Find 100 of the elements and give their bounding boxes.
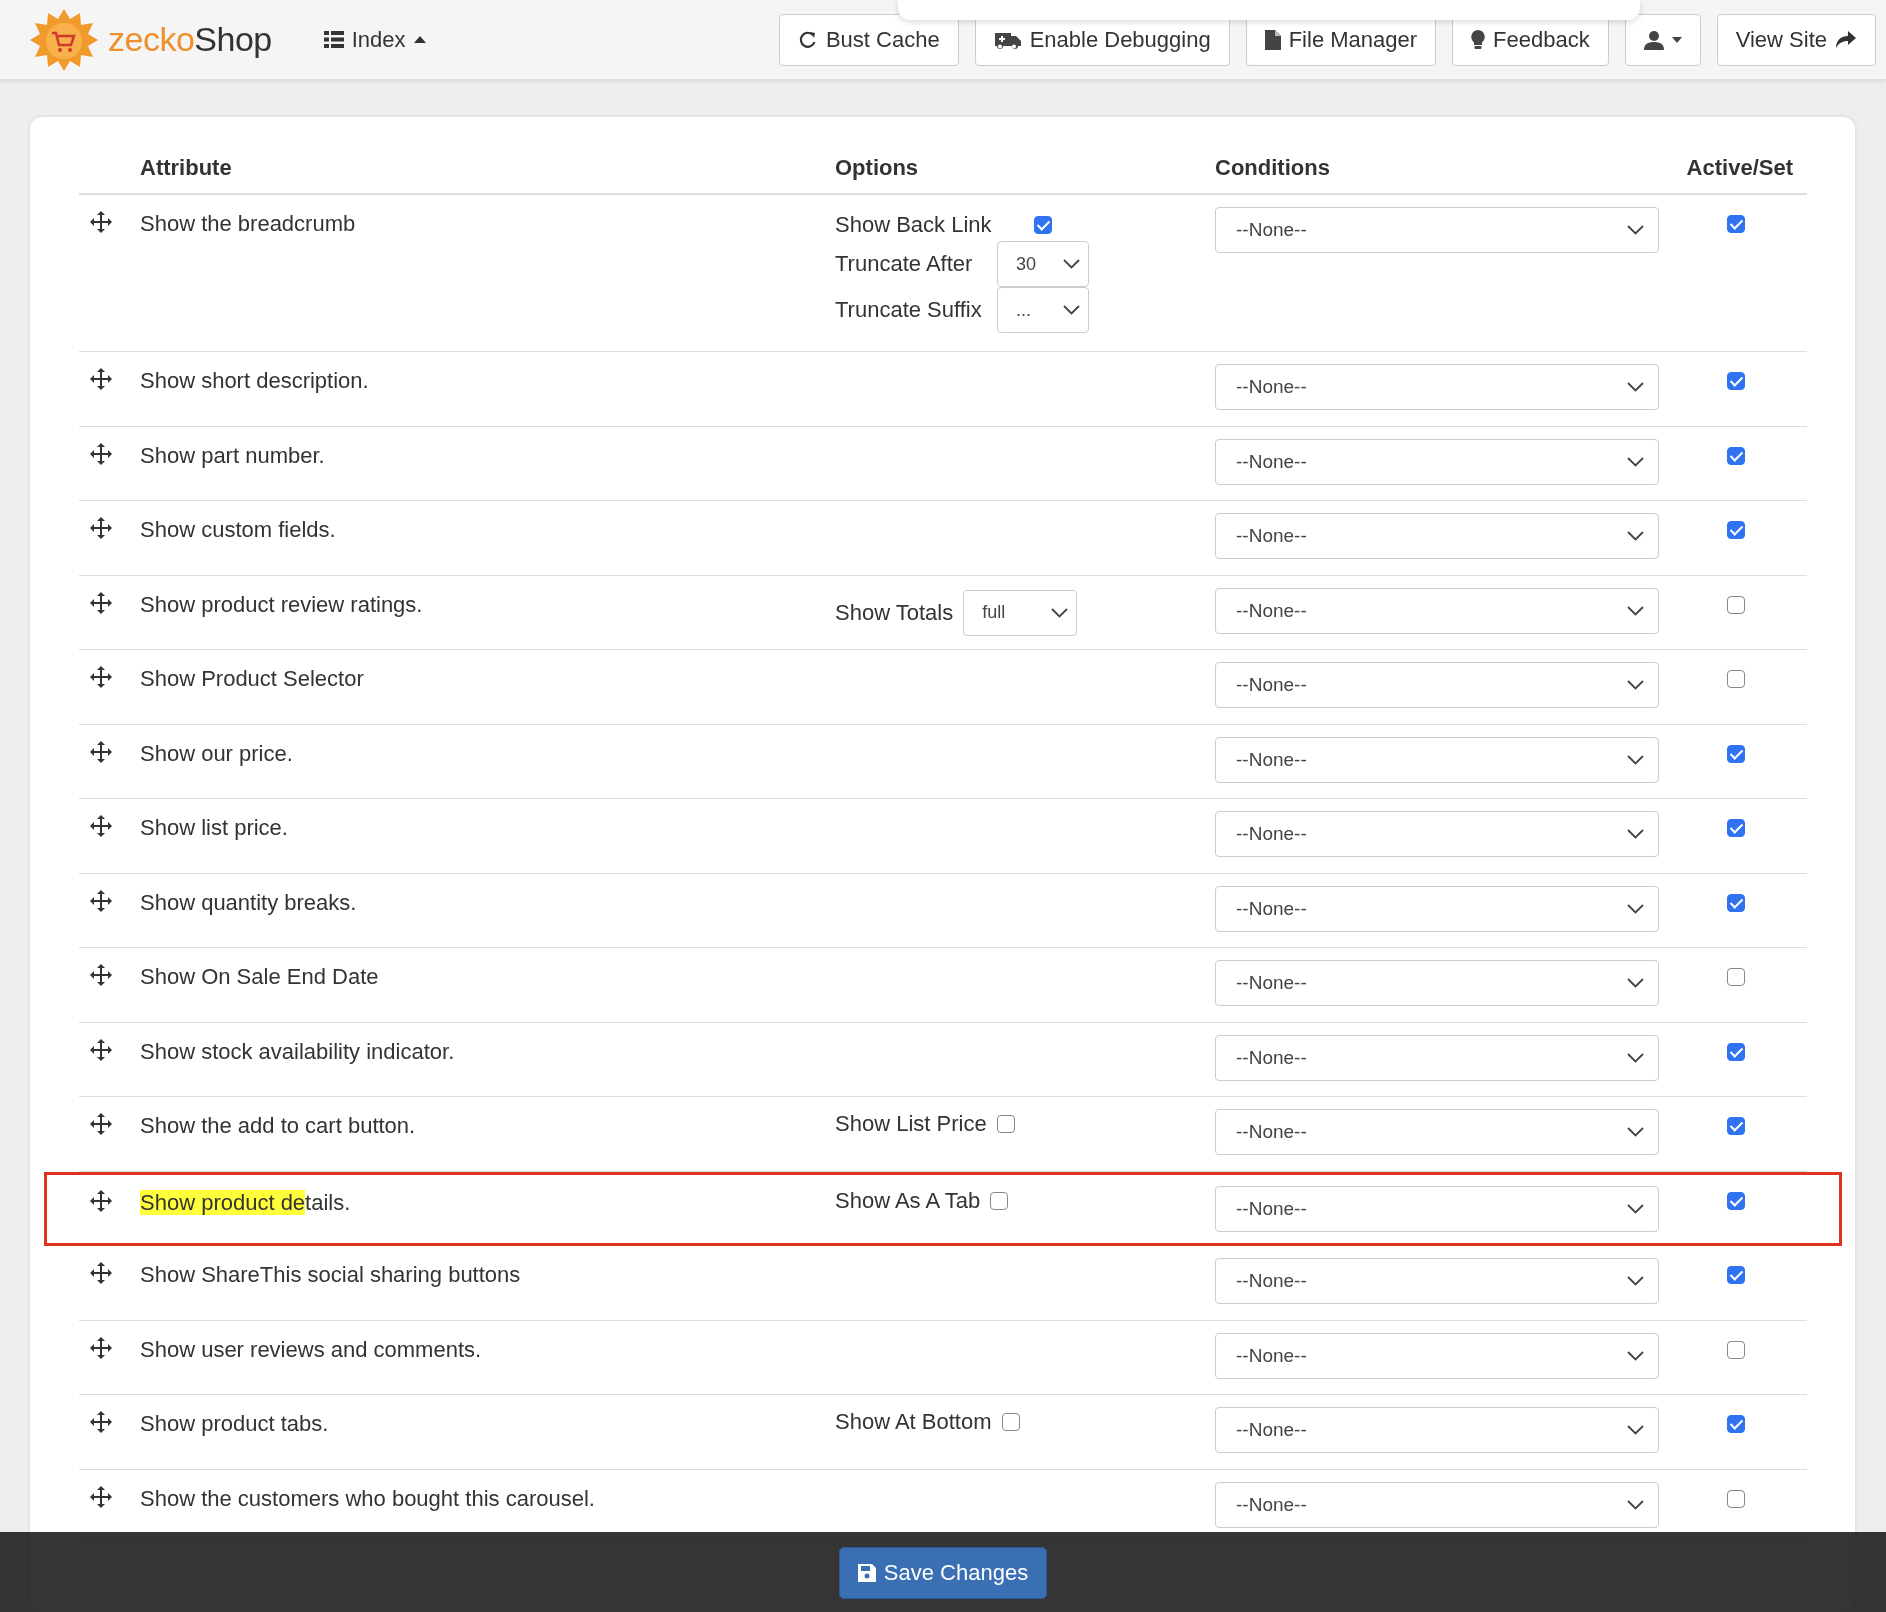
condition-dropdown[interactable]: --None-- bbox=[1215, 885, 1659, 932]
drag-handle-icon[interactable] bbox=[90, 1485, 112, 1508]
active-checkbox[interactable] bbox=[1727, 670, 1745, 688]
active-checkbox[interactable] bbox=[1727, 893, 1745, 912]
drag-handle-icon[interactable] bbox=[90, 964, 112, 986]
drag-handle-icon[interactable] bbox=[90, 591, 112, 614]
attribute-label: Show custom fields. bbox=[140, 517, 336, 542]
condition-dropdown[interactable]: --None-- bbox=[1215, 1258, 1659, 1304]
drag-handle-icon[interactable] bbox=[90, 1113, 112, 1135]
drag-handle-icon[interactable] bbox=[90, 1189, 112, 1212]
condition-dropdown[interactable]: --None-- bbox=[1215, 1481, 1659, 1528]
attribute-label: Show our price. bbox=[140, 740, 293, 766]
share-arrow-icon bbox=[1835, 29, 1857, 50]
drag-handle-icon[interactable] bbox=[90, 368, 112, 390]
save-button[interactable]: Save Changes bbox=[838, 1547, 1048, 1599]
chevron-down-icon bbox=[1627, 680, 1644, 690]
condition-dropdown[interactable]: --None-- bbox=[1215, 207, 1659, 253]
chevron-down-icon bbox=[1627, 225, 1644, 235]
condition-dropdown[interactable]: --None-- bbox=[1215, 1185, 1659, 1232]
index-menu[interactable]: Index bbox=[319, 13, 430, 66]
active-checkbox[interactable] bbox=[1727, 446, 1745, 465]
option-dropdown[interactable]: full bbox=[963, 589, 1078, 636]
option-label: Show Back Link bbox=[835, 212, 993, 238]
drag-handle-icon[interactable] bbox=[90, 815, 112, 837]
file-icon bbox=[1264, 29, 1281, 50]
active-checkbox[interactable] bbox=[1727, 1191, 1745, 1210]
active-checkbox[interactable] bbox=[1727, 1117, 1745, 1135]
toolbar-button[interactable]: Bust Cache bbox=[778, 13, 959, 66]
chevron-down-icon bbox=[1627, 829, 1644, 839]
drag-handle-icon[interactable] bbox=[90, 1336, 112, 1359]
condition-dropdown[interactable]: --None-- bbox=[1215, 662, 1659, 708]
attribute-label: Show product review ratings. bbox=[140, 591, 423, 617]
option-label: Truncate Suffix bbox=[835, 297, 983, 323]
logo-text: zeckoShop bbox=[108, 20, 272, 59]
option-label: Truncate After bbox=[835, 251, 974, 277]
active-checkbox[interactable] bbox=[1727, 1340, 1745, 1359]
drag-handle-icon[interactable] bbox=[90, 442, 112, 465]
option-dropdown[interactable]: 30 bbox=[997, 241, 1089, 287]
chevron-down-icon bbox=[1063, 259, 1080, 269]
column-header: Attribute bbox=[140, 155, 233, 182]
condition-dropdown[interactable]: --None-- bbox=[1215, 513, 1659, 559]
chevron-down-icon bbox=[1627, 978, 1644, 988]
checkbox[interactable] bbox=[1001, 1413, 1020, 1431]
chevron-down-icon bbox=[1627, 1276, 1644, 1286]
column-header: Options bbox=[835, 155, 920, 182]
refresh-icon bbox=[797, 29, 818, 50]
chevron-down-icon bbox=[1627, 382, 1644, 392]
option-label: Show List Price bbox=[835, 1111, 987, 1137]
column-header: Active/Set bbox=[1685, 155, 1794, 182]
condition-dropdown[interactable]: --None-- bbox=[1215, 1034, 1659, 1081]
attribute-label: Show Product Selector bbox=[140, 666, 364, 691]
condition-dropdown[interactable]: --None-- bbox=[1215, 1109, 1659, 1155]
view-site-button[interactable]: View Site bbox=[1716, 13, 1876, 66]
attribute-label: Show the add to cart button. bbox=[140, 1113, 416, 1138]
active-checkbox[interactable] bbox=[1727, 1042, 1745, 1061]
chevron-down-icon bbox=[1627, 1499, 1644, 1510]
condition-dropdown[interactable]: --None-- bbox=[1215, 1407, 1659, 1453]
attribute-label: Show user reviews and comments. bbox=[140, 1336, 482, 1362]
condition-dropdown[interactable]: --None-- bbox=[1215, 587, 1659, 634]
drag-handle-icon[interactable] bbox=[90, 517, 112, 539]
active-checkbox[interactable] bbox=[1727, 744, 1745, 763]
user-icon bbox=[1643, 29, 1664, 50]
drag-handle-icon[interactable] bbox=[90, 1411, 112, 1433]
active-checkbox[interactable] bbox=[1727, 968, 1745, 986]
drag-handle-icon[interactable] bbox=[90, 889, 112, 912]
chevron-down-icon bbox=[1063, 305, 1080, 315]
attribute-label: Show part number. bbox=[140, 442, 325, 468]
active-checkbox[interactable] bbox=[1727, 819, 1745, 837]
chevron-down-icon bbox=[1627, 1350, 1644, 1361]
drag-handle-icon[interactable] bbox=[90, 1262, 112, 1284]
condition-dropdown[interactable]: --None-- bbox=[1215, 811, 1659, 857]
condition-dropdown[interactable]: --None-- bbox=[1215, 1332, 1659, 1379]
active-checkbox[interactable] bbox=[1727, 1415, 1745, 1433]
active-checkbox[interactable] bbox=[1727, 1266, 1745, 1284]
lightbulb-icon bbox=[1471, 29, 1486, 50]
active-checkbox[interactable] bbox=[1727, 521, 1745, 539]
chevron-down-icon bbox=[1627, 903, 1644, 914]
checkbox[interactable] bbox=[996, 1115, 1015, 1133]
option-dropdown[interactable]: ... bbox=[997, 287, 1089, 333]
user-menu-button[interactable] bbox=[1624, 13, 1701, 66]
condition-dropdown[interactable]: --None-- bbox=[1215, 960, 1659, 1006]
drag-handle-icon[interactable] bbox=[90, 211, 112, 233]
attribute-label: Show product tabs. bbox=[140, 1411, 329, 1436]
attribute-label: Show the customers who bought this carousel. bbox=[140, 1485, 595, 1511]
condition-dropdown[interactable]: --None-- bbox=[1215, 438, 1659, 485]
attribute-label: Show On Sale End Date bbox=[140, 964, 379, 989]
active-checkbox[interactable] bbox=[1727, 595, 1745, 614]
drag-handle-icon[interactable] bbox=[90, 740, 112, 763]
active-checkbox[interactable] bbox=[1727, 1489, 1745, 1508]
condition-dropdown[interactable]: --None-- bbox=[1215, 736, 1659, 783]
chevron-down-icon bbox=[1627, 754, 1644, 765]
chevron-down-icon bbox=[1627, 1052, 1644, 1063]
active-checkbox[interactable] bbox=[1727, 372, 1745, 390]
condition-dropdown[interactable]: --None-- bbox=[1215, 364, 1659, 410]
checkbox[interactable] bbox=[990, 1191, 1009, 1210]
option-label: Show As A Tab bbox=[835, 1187, 981, 1214]
drag-handle-icon[interactable] bbox=[90, 666, 112, 688]
drag-handle-icon[interactable] bbox=[90, 1038, 112, 1061]
active-checkbox[interactable] bbox=[1727, 215, 1745, 233]
checkbox[interactable] bbox=[1034, 216, 1052, 234]
